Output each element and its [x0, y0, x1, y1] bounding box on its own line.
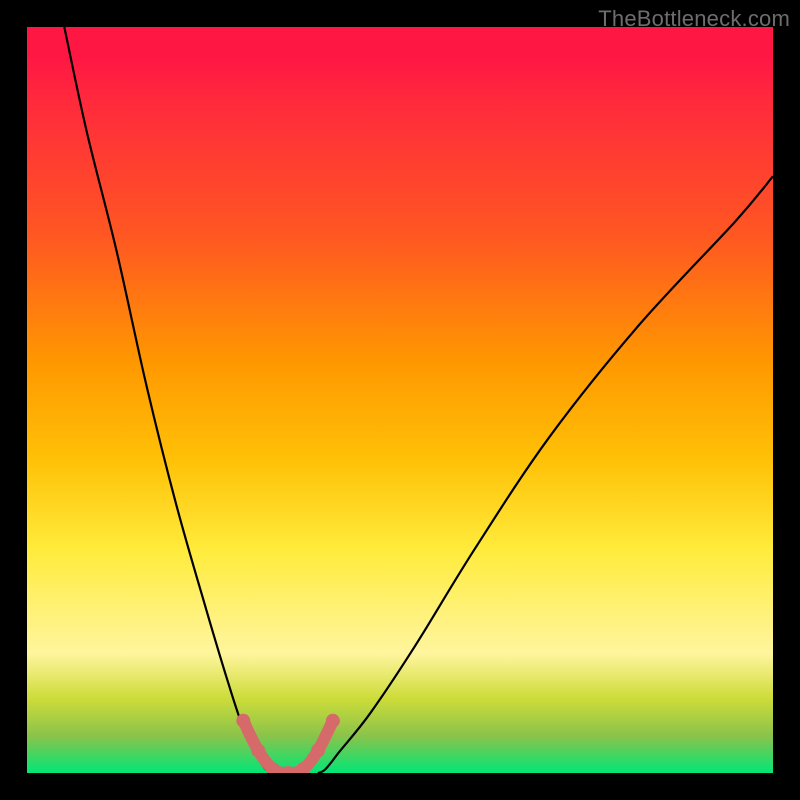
left-curve: [64, 27, 273, 773]
trough-dot: [326, 714, 340, 728]
plot-area: [27, 27, 773, 773]
chart-svg: [27, 27, 773, 773]
right-curve: [318, 176, 773, 773]
trough-dot: [236, 714, 250, 728]
trough-dot: [251, 744, 265, 758]
trough-dot: [311, 744, 325, 758]
chart-frame: TheBottleneck.com: [0, 0, 800, 800]
